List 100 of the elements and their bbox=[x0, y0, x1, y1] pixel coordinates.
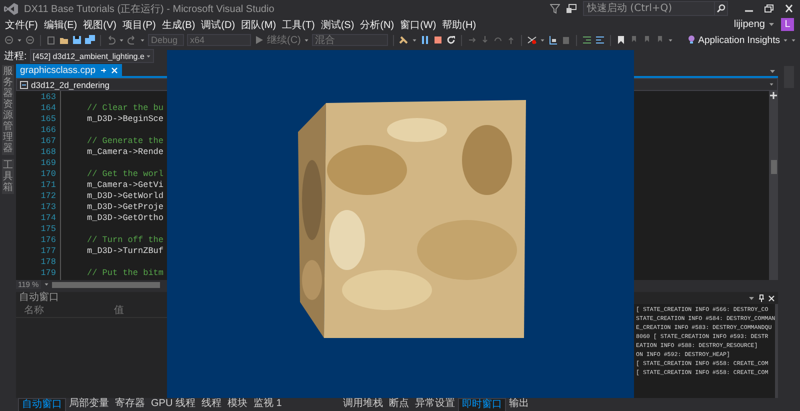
panel-tab[interactable]: 模块 bbox=[224, 398, 250, 411]
menu-item[interactable]: 测试(S) bbox=[318, 18, 358, 32]
close-icon[interactable] bbox=[768, 294, 775, 302]
back-icon[interactable] bbox=[4, 35, 14, 45]
caret-icon[interactable] bbox=[540, 38, 545, 42]
code-comment: // Put the bitm bbox=[87, 268, 165, 279]
side-tab[interactable]: 服务器资源管理器 bbox=[2, 65, 14, 155]
indent-icon[interactable] bbox=[582, 35, 592, 45]
menu-item[interactable]: 窗口(W) bbox=[397, 18, 440, 32]
play-icon[interactable] bbox=[254, 35, 264, 45]
undo-icon[interactable] bbox=[106, 35, 116, 45]
code-line: m_D3D->TurnZBuf bbox=[87, 246, 165, 257]
folder-icon[interactable] bbox=[59, 35, 69, 45]
visual-studio-logo-icon bbox=[4, 2, 18, 14]
line-number: 178 bbox=[40, 257, 56, 268]
user-avatar[interactable]: L bbox=[781, 18, 794, 31]
code-comment: // Generate the bbox=[87, 136, 165, 147]
panel-tab[interactable]: 自动窗口 bbox=[18, 398, 66, 411]
application-insights-button[interactable]: Application Insights bbox=[687, 34, 780, 46]
restore-button[interactable] bbox=[762, 2, 776, 14]
panel-tab[interactable]: 输出 bbox=[506, 398, 532, 411]
scope-dropdown[interactable]: d3d12_2d_rendering bbox=[17, 79, 157, 90]
caret-icon[interactable] bbox=[146, 54, 152, 58]
menu-item[interactable]: 工具(T) bbox=[279, 18, 318, 32]
panel-tab[interactable]: 局部变量 bbox=[66, 398, 112, 411]
step-icon[interactable] bbox=[466, 35, 477, 45]
menu-item[interactable]: 分析(N) bbox=[357, 18, 398, 32]
caret-icon[interactable] bbox=[140, 38, 145, 42]
line-number: 163 bbox=[40, 92, 56, 103]
line-number: 175 bbox=[40, 224, 56, 235]
outdent-icon[interactable] bbox=[594, 35, 605, 45]
menu-item[interactable]: 团队(M) bbox=[238, 18, 280, 32]
line-number: 179 bbox=[40, 268, 56, 279]
save-all-icon[interactable] bbox=[85, 35, 95, 45]
split-icon[interactable] bbox=[769, 91, 778, 100]
redo-icon[interactable] bbox=[127, 35, 137, 45]
caret-icon[interactable] bbox=[768, 22, 775, 27]
restart-icon[interactable] bbox=[446, 35, 456, 45]
class-icon bbox=[20, 80, 28, 88]
window-title: DX11 Base Tutorials (正在运行) - Microsoft Visual Studio bbox=[24, 2, 276, 16]
line-number: 169 bbox=[40, 158, 56, 169]
code-line: m_Camera->Rende bbox=[87, 147, 165, 158]
menu-item[interactable]: 生成(B) bbox=[158, 18, 198, 32]
vertical-scrollbar[interactable] bbox=[769, 91, 778, 280]
line-number: 173 bbox=[40, 202, 56, 213]
process-dropdown[interactable]: [452] d3d12_ambient_lighting.e bbox=[30, 49, 154, 63]
caret-icon[interactable] bbox=[119, 38, 124, 42]
line-number: 176 bbox=[40, 235, 56, 246]
panel-tab[interactable]: 即时窗口 bbox=[458, 398, 506, 411]
search-icon[interactable] bbox=[715, 1, 728, 16]
menu-item[interactable]: 调试(D) bbox=[198, 18, 238, 32]
filter-icon[interactable] bbox=[550, 4, 560, 14]
pin-icon[interactable] bbox=[758, 294, 765, 302]
bookmark-icon[interactable] bbox=[616, 35, 626, 45]
caret-icon[interactable] bbox=[668, 38, 673, 42]
forward-icon[interactable] bbox=[25, 35, 35, 45]
code-comment: // Clear the bu bbox=[87, 103, 165, 114]
menu-item[interactable]: 帮助(H) bbox=[439, 18, 480, 32]
side-tab[interactable]: 工具箱 bbox=[2, 159, 14, 194]
caret-icon[interactable] bbox=[769, 82, 774, 87]
panel-tab[interactable]: GPU 线程 bbox=[148, 398, 198, 411]
menu-item[interactable]: 文件(F) bbox=[2, 18, 41, 32]
caret-icon[interactable] bbox=[412, 38, 417, 42]
breakpoint-icon[interactable] bbox=[526, 35, 537, 45]
tools-icon[interactable] bbox=[398, 35, 409, 45]
horizontal-scrollbar[interactable] bbox=[52, 282, 160, 288]
caret-icon[interactable] bbox=[748, 296, 755, 300]
line-number: 172 bbox=[40, 191, 56, 202]
line-number: 174 bbox=[40, 213, 56, 224]
panel-tab[interactable]: 监视 1 bbox=[250, 398, 285, 411]
menu-item[interactable]: 项目(P) bbox=[119, 18, 159, 32]
menu-item[interactable]: 视图(V) bbox=[80, 18, 120, 32]
caret-icon[interactable] bbox=[44, 282, 49, 287]
code-line: m_D3D->GetWorld bbox=[87, 191, 165, 202]
code-comment: // Turn off the bbox=[87, 235, 165, 246]
quick-launch-field[interactable]: 快速启动 (Ctrl+Q) bbox=[583, 1, 715, 16]
new-item-icon[interactable] bbox=[46, 35, 56, 45]
line-number: 171 bbox=[40, 180, 56, 191]
panel-title: 自动窗口 bbox=[18, 292, 60, 304]
line-number: 165 bbox=[40, 114, 56, 125]
line-number: 167 bbox=[40, 136, 56, 147]
caret-icon[interactable] bbox=[304, 38, 309, 42]
scrollbar-thumb[interactable] bbox=[770, 160, 776, 174]
panel-tab[interactable]: 线程 bbox=[198, 398, 224, 411]
panel-tab[interactable]: 调用堆栈 bbox=[340, 398, 386, 411]
thread-icon[interactable] bbox=[548, 35, 558, 45]
code-line: m_D3D->GetOrtho bbox=[87, 213, 165, 224]
caret-icon[interactable] bbox=[17, 38, 22, 42]
menu-item[interactable]: 编辑(E) bbox=[40, 18, 80, 32]
feedback-icon[interactable] bbox=[566, 4, 577, 14]
user-name[interactable]: lijipeng bbox=[734, 19, 765, 30]
save-icon[interactable] bbox=[72, 35, 82, 45]
step-into-icon[interactable] bbox=[480, 35, 490, 45]
caret-icon[interactable] bbox=[769, 69, 776, 74]
panel-tab[interactable]: 寄存器 bbox=[112, 398, 148, 411]
panel-tab[interactable]: 断点 bbox=[386, 398, 412, 411]
line-number: 166 bbox=[40, 125, 56, 136]
panel-tab[interactable]: 异常设置 bbox=[412, 398, 458, 411]
pause-icon[interactable] bbox=[420, 35, 430, 45]
stop-icon[interactable] bbox=[432, 35, 443, 45]
